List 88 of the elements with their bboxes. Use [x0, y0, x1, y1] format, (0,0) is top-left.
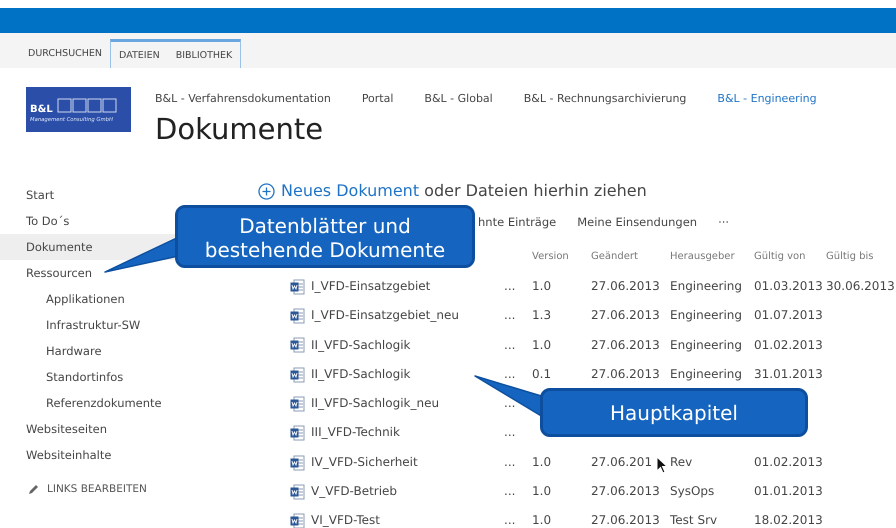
more-options-button[interactable]: ...	[504, 448, 532, 478]
table-cell: 01.07.2013	[754, 308, 823, 322]
table-cell: Rev	[670, 454, 692, 469]
table-cell: 01.01.2013	[754, 484, 823, 498]
column-header: Geändert	[591, 250, 639, 264]
document-name-link[interactable]: II_VFD-Sachlogik	[311, 360, 504, 390]
view-link[interactable]: hnte Einträge	[478, 214, 556, 234]
mouse-cursor-icon	[656, 456, 668, 474]
table-cell: 27.06.2013	[591, 308, 660, 322]
table-cell: 27.06.2013	[591, 484, 660, 498]
sidebar-item[interactable]: Standortinfos	[0, 364, 128, 390]
table-cell: 1.0	[532, 513, 552, 528]
sidebar-item[interactable]: Websiteseiten	[0, 416, 111, 442]
document-name-link[interactable]: I_VFD-Einsatzgebiet	[311, 272, 504, 302]
table-cell: 1.0	[532, 484, 552, 498]
table-cell: 30.06.2013	[826, 279, 895, 293]
sidebar-item[interactable]: To Do´s	[0, 208, 74, 234]
sidebar-item[interactable]: Applikationen	[0, 286, 129, 312]
view-link[interactable]: ···	[718, 214, 730, 234]
table-cell: Test Srv	[670, 513, 718, 528]
site-nav-link[interactable]: B&L - Engineering	[717, 91, 817, 108]
sidebar-item[interactable]: Start	[0, 182, 58, 208]
ribbon-tab[interactable]: DURCHSUCHEN	[20, 39, 110, 68]
word-document-icon	[290, 278, 305, 295]
table-cell: 18.02.2013	[754, 513, 823, 528]
table-cell: 1.0	[532, 454, 552, 469]
sidebar-item[interactable]: Ressourcen	[0, 260, 96, 286]
site-nav-link[interactable]: B&L - Verfahrensdokumentation	[155, 91, 331, 108]
table-cell: 27.06.2013	[591, 366, 660, 381]
word-document-icon	[290, 425, 305, 442]
table-cell: 27.06.2013	[591, 338, 660, 352]
word-document-icon	[290, 454, 305, 470]
column-header: Gültig von	[754, 250, 806, 264]
table-cell: 0.1	[532, 366, 552, 381]
sidebar-item[interactable]: Referenzdokumente	[0, 390, 166, 416]
word-document-icon	[290, 396, 305, 412]
table-cell: 27.06.2013	[591, 279, 660, 293]
table-cell: Engineering	[670, 279, 742, 293]
sidebar-item[interactable]: Hardware	[0, 338, 106, 364]
sidebar-item[interactable]: Infrastruktur-SW	[0, 312, 144, 338]
column-header: Gültig bis	[826, 250, 874, 264]
word-document-icon	[290, 513, 305, 528]
column-header: Version	[532, 250, 570, 264]
ribbon-tab[interactable]: BIBLIOTHEK	[168, 42, 240, 68]
table-cell: 1.0	[532, 279, 552, 293]
pencil-icon[interactable]	[28, 484, 39, 496]
more-options-button[interactable]: ...	[504, 418, 532, 448]
more-options-button[interactable]: ...	[504, 330, 532, 360]
page-title: Dokumente	[155, 114, 324, 144]
site-nav-link[interactable]: B&L - Global	[424, 91, 493, 108]
more-options-button[interactable]: ...	[504, 272, 532, 302]
new-document-link[interactable]: Neues Dokument	[281, 181, 420, 200]
table-cell: SysOps	[670, 484, 714, 498]
table-cell: Engineering	[670, 308, 742, 322]
table-cell: 31.01.2013	[754, 366, 823, 381]
add-icon[interactable]	[258, 182, 275, 200]
table-cell: 01.02.2013	[754, 454, 823, 469]
more-options-button[interactable]: ...	[504, 360, 532, 390]
site-nav-link[interactable]: Portal	[362, 91, 394, 108]
table-cell: 27.06.2013	[591, 513, 660, 528]
edit-links-link[interactable]: LINKS BEARBEITEN	[47, 482, 147, 498]
document-name-link[interactable]: IV_VFD-Sicherheit	[311, 448, 504, 478]
document-name-link[interactable]: III_VFD-Technik	[311, 418, 504, 448]
document-name-link[interactable]: I_VFD-Einsatzgebiet_neu	[311, 301, 504, 331]
more-options-button[interactable]: ...	[504, 301, 532, 331]
table-cell: 1.0	[532, 338, 552, 352]
word-document-icon	[290, 366, 305, 383]
table-cell: 01.03.2013	[754, 279, 823, 293]
more-options-button[interactable]: ...	[504, 477, 532, 506]
table-cell: Engineering	[670, 366, 742, 381]
sidebar-item[interactable]: Websiteinhalte	[0, 442, 116, 468]
document-name-link[interactable]: V_VFD-Betrieb	[311, 477, 504, 506]
table-cell: 01.02.2013	[754, 338, 823, 352]
document-name-link[interactable]: II_VFD-Sachlogik_neu	[311, 389, 504, 418]
word-document-icon	[290, 484, 305, 500]
site-nav-link[interactable]: B&L - Rechnungsarchivierung	[524, 91, 686, 108]
more-options-button[interactable]: ...	[504, 506, 532, 528]
view-link[interactable]: Meine Einsendungen	[577, 214, 698, 234]
new-document-prompt: Neues Dokument oder Dateien hierhin ziehen	[281, 180, 647, 202]
table-cell: 27.06.201	[591, 454, 652, 469]
column-header: Herausgeber	[670, 250, 736, 264]
document-name-link[interactable]: II_VFD-Sachlogik	[311, 330, 504, 360]
word-document-icon	[290, 337, 305, 354]
document-name-link[interactable]: VI_VFD-Test	[311, 506, 504, 528]
ribbon-tab[interactable]: DATEIEN	[111, 42, 168, 68]
table-cell: 1.3	[532, 308, 552, 322]
table-cell: Engineering	[670, 338, 742, 352]
word-document-icon	[290, 308, 305, 324]
